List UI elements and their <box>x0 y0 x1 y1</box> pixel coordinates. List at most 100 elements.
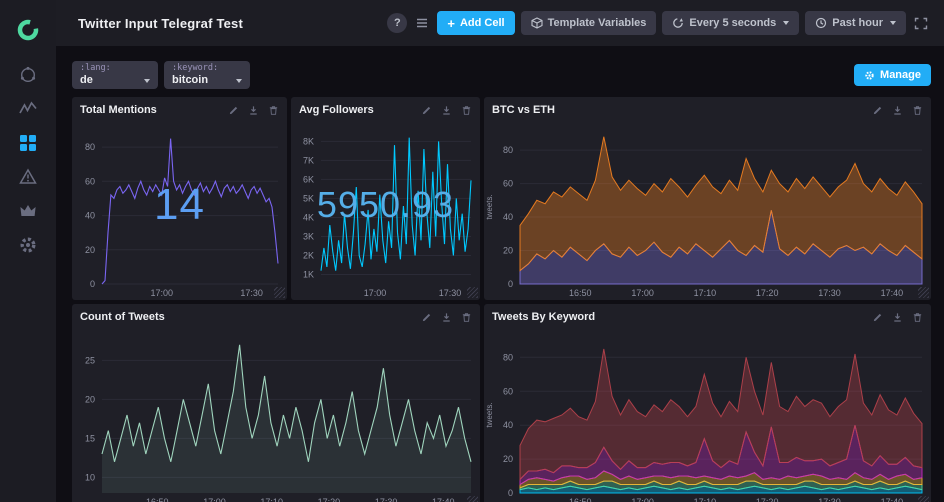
header-controls: ? + Add Cell Template Variables <box>387 11 930 35</box>
download-csv-icon[interactable] <box>441 312 452 323</box>
cell-chart[interactable]: 02040608017:0017:30 <box>72 123 287 300</box>
svg-text:80: 80 <box>503 352 513 362</box>
delete-cell-icon[interactable] <box>268 105 279 116</box>
sidebar-item-hosts[interactable] <box>8 58 48 92</box>
edit-cell-icon[interactable] <box>421 312 432 323</box>
template-variable-name: :lang: <box>80 63 150 74</box>
svg-text:1K: 1K <box>303 270 314 280</box>
autorefresh-dropdown[interactable]: Every 5 seconds <box>662 11 799 35</box>
refresh-icon <box>672 17 684 29</box>
list-toggle-button[interactable] <box>413 14 431 32</box>
svg-text:16:50: 16:50 <box>569 497 592 502</box>
download-csv-icon[interactable] <box>892 312 903 323</box>
hosts-icon <box>18 65 38 85</box>
cell-header: Tweets By Keyword <box>484 304 931 330</box>
svg-text:20: 20 <box>85 245 95 255</box>
add-cell-button[interactable]: + Add Cell <box>437 11 514 35</box>
cell-actions <box>872 105 923 116</box>
cell-actions <box>421 312 472 323</box>
autorefresh-label: Every 5 seconds <box>689 17 776 29</box>
dashboard-cell: Avg Followers 1K2K3K4K5K6K7K8K17:0017:30… <box>291 97 480 300</box>
help-button[interactable]: ? <box>387 13 407 33</box>
dashboard-title[interactable]: Twitter Input Telegraf Test <box>78 16 243 31</box>
delete-cell-icon[interactable] <box>912 312 923 323</box>
svg-text:20: 20 <box>503 454 513 464</box>
cell-resize-handle[interactable] <box>274 287 285 298</box>
svg-text:17:10: 17:10 <box>694 288 717 298</box>
delete-cell-icon[interactable] <box>461 105 472 116</box>
svg-text:17:00: 17:00 <box>631 288 654 298</box>
template-variable-dropdown-keyword[interactable]: :keyword: bitcoin <box>164 61 250 89</box>
svg-text:60: 60 <box>503 386 513 396</box>
svg-text:0: 0 <box>90 279 95 289</box>
svg-text:16:50: 16:50 <box>146 497 169 502</box>
presentation-mode-button[interactable] <box>912 15 930 32</box>
sidebar-item-data-explorer[interactable] <box>8 92 48 126</box>
cell-header: Total Mentions <box>72 97 287 123</box>
download-csv-icon[interactable] <box>441 105 452 116</box>
cell-resize-handle[interactable] <box>918 496 929 502</box>
svg-text:15: 15 <box>85 433 95 443</box>
manage-label: Manage <box>880 69 921 81</box>
cell-chart[interactable]: 1K2K3K4K5K6K7K8K17:0017:30 <box>291 123 480 300</box>
chronograf-logo-icon <box>15 17 41 43</box>
edit-cell-icon[interactable] <box>872 105 883 116</box>
chevron-down-icon <box>144 79 150 83</box>
svg-text:17:20: 17:20 <box>756 288 779 298</box>
cell-resize-handle[interactable] <box>467 287 478 298</box>
dashboard-cell: Tweets By Keyword 02040608016:5017:0017:… <box>484 304 931 502</box>
cell-actions <box>872 312 923 323</box>
svg-text:17:40: 17:40 <box>881 288 904 298</box>
sidebar-item-alerts[interactable] <box>8 160 48 194</box>
manage-template-variables-button[interactable]: Manage <box>854 64 931 86</box>
sidebar-item-config[interactable] <box>8 228 48 262</box>
chronograf-logo[interactable] <box>8 10 48 50</box>
svg-text:2K: 2K <box>303 251 314 261</box>
template-variable-dropdown-lang[interactable]: :lang: de <box>72 61 158 89</box>
edit-cell-icon[interactable] <box>421 105 432 116</box>
delete-cell-icon[interactable] <box>461 312 472 323</box>
template-variables-bar: :lang: de :keyword: bitcoin Manage <box>72 61 931 89</box>
cell-chart[interactable]: 02040608016:5017:0017:1017:2017:3017:40t… <box>484 123 931 300</box>
cell-resize-handle[interactable] <box>918 287 929 298</box>
edit-cell-icon[interactable] <box>872 312 883 323</box>
timerange-label: Past hour <box>832 17 883 29</box>
svg-text:6K: 6K <box>303 174 314 184</box>
cell-resize-handle[interactable] <box>467 496 478 502</box>
plus-icon: + <box>447 17 455 30</box>
download-csv-icon[interactable] <box>892 105 903 116</box>
svg-text:17:00: 17:00 <box>631 497 654 502</box>
svg-text:20: 20 <box>503 246 513 256</box>
cell-chart[interactable]: 02040608016:5017:0017:1017:2017:3017:40t… <box>484 330 931 502</box>
template-variables-button[interactable]: Template Variables <box>521 11 657 35</box>
delete-cell-icon[interactable] <box>912 105 923 116</box>
dashboards-grid-icon <box>18 133 38 153</box>
list-icon <box>415 16 429 30</box>
svg-text:17:10: 17:10 <box>260 497 283 502</box>
dashboard-cell: Total Mentions 02040608017:0017:30 14 <box>72 97 287 300</box>
chevron-down-icon <box>783 21 789 25</box>
sidebar-item-admin[interactable] <box>8 194 48 228</box>
svg-text:0: 0 <box>508 279 513 289</box>
cell-actions <box>228 105 279 116</box>
template-variable-value: bitcoin <box>172 74 208 87</box>
download-csv-icon[interactable] <box>248 105 259 116</box>
graph-line-icon <box>18 99 38 119</box>
dashboard-cell: Count of Tweets 1015202516:5017:0017:101… <box>72 304 480 502</box>
svg-text:17:30: 17:30 <box>439 288 462 298</box>
clock-icon <box>815 17 827 29</box>
cell-chart[interactable]: 1015202516:5017:0017:1017:2017:3017:40 <box>72 330 480 502</box>
svg-text:17:40: 17:40 <box>432 497 455 502</box>
page-header: Twitter Input Telegraf Test ? + Add Cell… <box>56 0 944 46</box>
cell-header: Count of Tweets <box>72 304 480 330</box>
svg-text:tweets.: tweets. <box>485 402 494 427</box>
cell-title: Count of Tweets <box>80 311 165 323</box>
edit-cell-icon[interactable] <box>228 105 239 116</box>
timerange-dropdown[interactable]: Past hour <box>805 11 906 35</box>
cell-title: BTC vs ETH <box>492 104 555 116</box>
sidebar-item-dashboards[interactable] <box>8 126 48 160</box>
svg-text:80: 80 <box>503 145 513 155</box>
crown-icon <box>18 201 38 221</box>
svg-text:17:20: 17:20 <box>318 497 341 502</box>
template-variables-label: Template Variables <box>548 17 647 29</box>
